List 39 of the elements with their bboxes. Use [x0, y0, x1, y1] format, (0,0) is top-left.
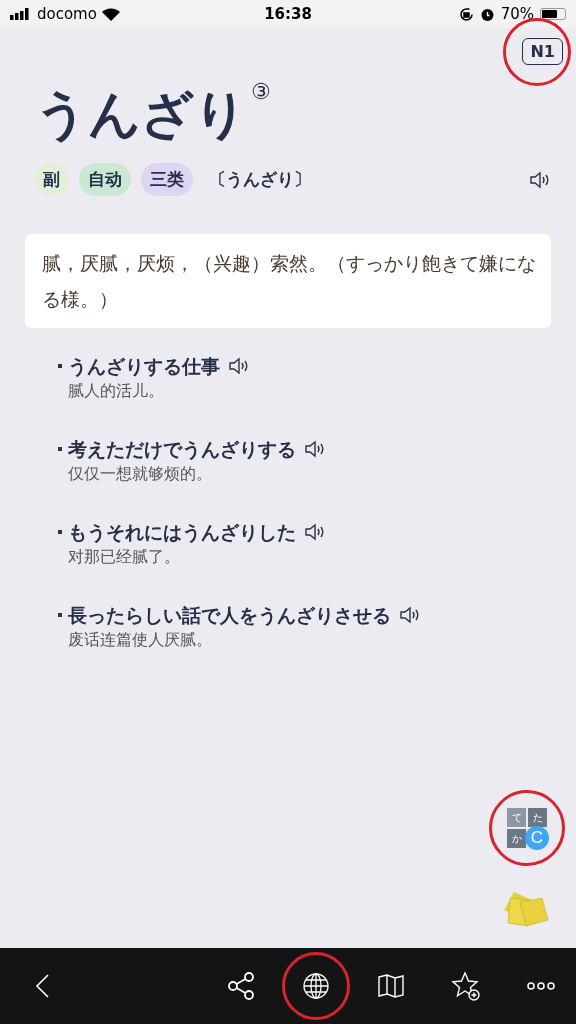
example-sentence: うんざりする仕事: [68, 354, 220, 379]
reading-text: 〔うんざり〕: [209, 168, 312, 191]
speaker-icon[interactable]: [529, 170, 551, 189]
bullet-icon: [58, 447, 62, 451]
speaker-icon[interactable]: [399, 606, 421, 624]
map-icon: [376, 971, 406, 1001]
part-of-speech-tag: 副: [34, 163, 69, 196]
battery-percent: 70%: [500, 5, 534, 23]
part-of-speech-tag: 三类: [141, 163, 193, 196]
alarm-icon: [479, 6, 495, 22]
star-add-icon: [451, 971, 481, 1001]
speaker-icon[interactable]: [228, 357, 250, 375]
speaker-icon[interactable]: [304, 523, 326, 541]
example-translation: 仅仅一想就够烦的。: [68, 463, 213, 485]
example-sentence: 長ったらしい話で人をうんざりさせる: [68, 603, 391, 628]
example-sentence: もうそれにはうんざりした: [68, 520, 296, 545]
globe-icon: [301, 971, 331, 1001]
carrier-name: docomo: [37, 5, 97, 23]
example-translation: 对那已经腻了。: [68, 546, 181, 568]
speaker-icon[interactable]: [304, 440, 326, 458]
kana-converter-button[interactable]: て た か C: [507, 808, 547, 848]
status-time: 16:38: [264, 5, 312, 23]
bullet-icon: [58, 530, 62, 534]
share-icon: [226, 971, 256, 1001]
bullet-icon: [58, 364, 62, 368]
definition-text: 腻，厌腻，厌烦，（兴趣）索然。（すっかり飽きて嫌になる様。）: [25, 234, 551, 328]
example-sentence: 考えただけでうんざりする: [68, 437, 296, 462]
headword: うんざり: [35, 82, 247, 146]
example-translation: 腻人的活儿。: [68, 380, 165, 402]
level-badge[interactable]: N1: [522, 38, 563, 65]
bullet-icon: [58, 613, 62, 617]
part-of-speech-tag: 自动: [79, 163, 131, 196]
signal-icon: [10, 8, 32, 20]
rotation-lock-icon: [458, 6, 474, 22]
more-icon: [526, 982, 556, 990]
accent-mark: ③: [251, 79, 271, 104]
battery-icon: [540, 8, 566, 20]
example-translation: 废话连篇使人厌腻。: [68, 629, 213, 651]
wifi-icon: [101, 7, 120, 21]
